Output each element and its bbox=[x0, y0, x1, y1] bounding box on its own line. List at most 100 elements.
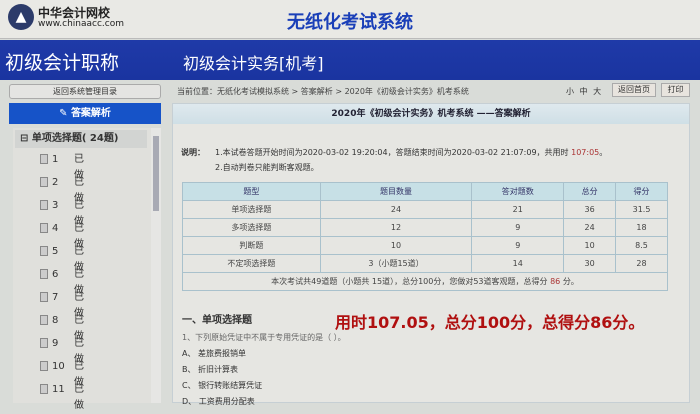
collapse-icon[interactable]: ⊟ bbox=[20, 133, 32, 144]
system-title: 无纸化考试系统 bbox=[287, 12, 413, 33]
document-icon bbox=[40, 154, 48, 164]
document-icon bbox=[40, 292, 48, 302]
tree-group-label: 单项选择题( 24题) bbox=[31, 133, 119, 144]
table-cell: 9 bbox=[471, 236, 565, 255]
document-icon bbox=[40, 177, 48, 187]
table-cell: 18 bbox=[615, 218, 668, 237]
column-header: 题型 bbox=[182, 182, 321, 201]
font-large[interactable]: 大 bbox=[593, 87, 601, 96]
document-icon bbox=[40, 384, 48, 394]
table-cell: 24 bbox=[563, 218, 617, 237]
tree-item[interactable]: 9 已做 bbox=[40, 336, 84, 365]
document-icon bbox=[40, 269, 48, 279]
back-to-menu-button[interactable]: 返回系统管理目录 bbox=[9, 84, 161, 99]
note1-text: 1.本试卷答题开始时间为2020-03-02 19:20:04，答题结束时间为2… bbox=[215, 148, 569, 157]
summary-end: 分。 bbox=[562, 277, 579, 286]
answer-option[interactable]: D、 工资费用分配表 bbox=[182, 396, 255, 407]
section-heading: 一、单项选择题 bbox=[182, 315, 252, 326]
table-cell: 14 bbox=[471, 254, 565, 273]
column-header: 得分 bbox=[615, 182, 668, 201]
question-number: 9 bbox=[52, 338, 59, 349]
table-row: 判断题 10 9 10 8.5 bbox=[182, 236, 668, 255]
table-row: 不定项选择题 3（小题15道） 14 30 28 bbox=[182, 254, 668, 273]
table-cell: 多项选择题 bbox=[182, 218, 321, 237]
tree-item[interactable]: 10 已做 bbox=[40, 359, 84, 388]
print-button[interactable]: 打印 bbox=[661, 83, 690, 97]
document-icon bbox=[40, 361, 48, 371]
tree-item[interactable]: 1 已做 bbox=[40, 152, 84, 181]
table-cell: 9 bbox=[471, 218, 565, 237]
question-number: 2 bbox=[52, 177, 59, 188]
tree-item[interactable]: 7 已做 bbox=[40, 290, 84, 319]
tree-item[interactable]: 4 已做 bbox=[40, 221, 84, 250]
tree-item[interactable]: 11 已做 bbox=[40, 382, 84, 411]
note-line-2: 2.自动判卷只能判断客观题。 bbox=[215, 163, 319, 172]
question-number: 7 bbox=[52, 292, 59, 303]
score-table: 题型 题目数量 答对题数 总分 得分 单项选择题 24 21 36 31.5 多项选择题 12 9 24… bbox=[182, 182, 668, 291]
table-cell: 单项选择题 bbox=[182, 200, 321, 219]
question-number: 4 bbox=[52, 223, 59, 234]
question-status: 已做 bbox=[74, 384, 84, 411]
tree-group-single-choice[interactable]: ⊟ 单项选择题( 24题) bbox=[15, 130, 147, 148]
total-score: 86 bbox=[550, 277, 561, 286]
tree-item[interactable]: 5 已做 bbox=[40, 244, 84, 273]
home-button[interactable]: 返回首页 bbox=[612, 83, 656, 97]
table-row: 多项选择题 12 9 24 18 bbox=[182, 218, 668, 237]
question-number: 3 bbox=[52, 200, 59, 211]
question-stem: 1、下列原始凭证中不属于专用凭证的是（ ）。 bbox=[182, 333, 346, 342]
table-cell: 判断题 bbox=[182, 236, 321, 255]
document-icon bbox=[40, 223, 48, 233]
table-cell: 30 bbox=[563, 254, 617, 273]
column-header: 总分 bbox=[563, 182, 617, 201]
annotation-overlay: 用时107.05，总分100分，总得分86分。 bbox=[335, 313, 645, 332]
table-summary: 本次考试共49道题（小题共 15道），总分100分，您做对53道客观题，总得分 … bbox=[182, 272, 668, 291]
panel-title: 2020年《初级会计实务》机考系统 ——答案解析 bbox=[173, 104, 689, 124]
sidebar-heading-label: 答案解析 bbox=[70, 108, 111, 119]
document-icon bbox=[40, 200, 48, 210]
document-icon bbox=[40, 315, 48, 325]
tree-item[interactable]: 8 已做 bbox=[40, 313, 84, 342]
category-title: 初级会计职称 bbox=[5, 52, 120, 74]
question-number: 5 bbox=[52, 246, 59, 257]
question-number: 1 bbox=[52, 154, 59, 165]
scrollbar-thumb[interactable] bbox=[153, 136, 159, 211]
table-cell: 10 bbox=[319, 236, 473, 255]
breadcrumb: 当前位置：无纸化考试模拟系统 > 答案解析 > 2020年《初级会计实务》机考系… bbox=[177, 87, 469, 96]
font-medium[interactable]: 中 bbox=[580, 87, 588, 96]
elapsed-time: 107:05 bbox=[571, 148, 600, 157]
document-icon bbox=[40, 338, 48, 348]
question-number: 10 bbox=[52, 361, 65, 372]
summary-text: 本次考试共49道题（小题共 15道），总分100分，您做对53道客观题，总得分 bbox=[271, 277, 548, 286]
subject-title: 初级会计实务[机考] bbox=[183, 54, 324, 73]
table-cell: 10 bbox=[563, 236, 617, 255]
answer-option[interactable]: A、 差旅费报销单 bbox=[182, 348, 246, 359]
tree-item[interactable]: 6 已做 bbox=[40, 267, 84, 296]
table-cell: 8.5 bbox=[615, 236, 668, 255]
question-number: 6 bbox=[52, 269, 59, 280]
table-cell: 36 bbox=[563, 200, 617, 219]
note-label: 说明： bbox=[181, 148, 205, 157]
table-cell: 不定项选择题 bbox=[182, 254, 321, 273]
tree-item[interactable]: 2 已做 bbox=[40, 175, 84, 204]
column-header: 答对题数 bbox=[471, 182, 565, 201]
column-header: 题目数量 bbox=[319, 182, 473, 201]
table-cell: 31.5 bbox=[615, 200, 668, 219]
table-cell: 3（小题15道） bbox=[319, 254, 473, 273]
table-cell: 28 bbox=[615, 254, 668, 273]
font-size-switch: 小 中 大 bbox=[566, 86, 601, 97]
tree-item[interactable]: 3 已做 bbox=[40, 198, 84, 227]
sidebar-heading: ✎ 答案解析 bbox=[9, 103, 161, 124]
document-icon bbox=[40, 246, 48, 256]
edit-icon: ✎ bbox=[59, 108, 71, 119]
table-cell: 12 bbox=[319, 218, 473, 237]
font-small[interactable]: 小 bbox=[566, 87, 574, 96]
note-line-1: 1.本试卷答题开始时间为2020-03-02 19:20:04，答题结束时间为2… bbox=[215, 147, 607, 158]
note1-end: 。 bbox=[599, 148, 608, 157]
answer-option[interactable]: B、 折旧计算表 bbox=[182, 364, 238, 375]
table-cell: 24 bbox=[319, 200, 473, 219]
answer-option[interactable]: C、 银行转账结算凭证 bbox=[182, 380, 262, 391]
table-row: 单项选择题 24 21 36 31.5 bbox=[182, 200, 668, 219]
table-cell: 21 bbox=[471, 200, 565, 219]
question-number: 11 bbox=[52, 384, 65, 395]
question-number: 8 bbox=[52, 315, 59, 326]
